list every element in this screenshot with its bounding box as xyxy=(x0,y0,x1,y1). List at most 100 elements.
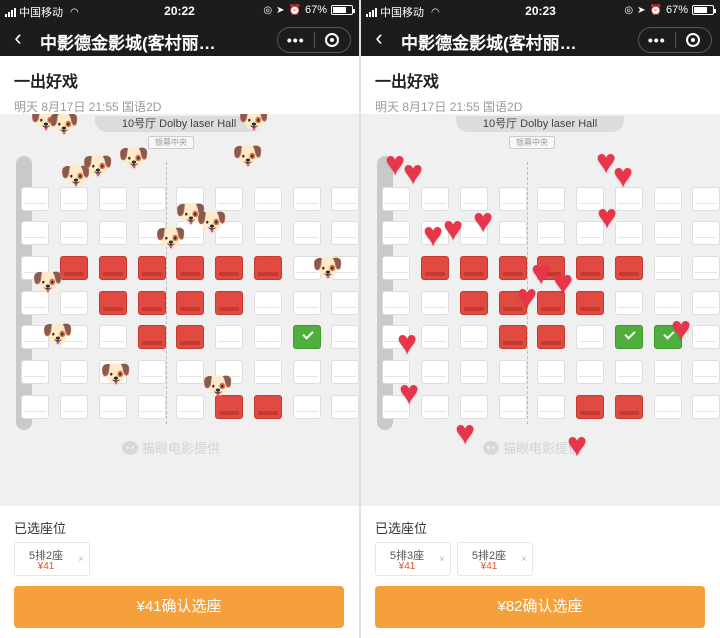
seat-available[interactable] xyxy=(99,360,127,384)
seat-available[interactable] xyxy=(254,187,282,211)
seat-available[interactable] xyxy=(176,187,204,211)
seat-available[interactable] xyxy=(576,325,604,349)
back-chevron-icon[interactable]: ‹ xyxy=(369,26,389,50)
seat-available[interactable] xyxy=(293,291,321,315)
seat-available[interactable] xyxy=(215,221,243,245)
seat-available[interactable] xyxy=(576,221,604,245)
seat-available[interactable] xyxy=(460,187,488,211)
seat-available[interactable] xyxy=(692,221,720,245)
more-menu-button[interactable]: ••• xyxy=(278,32,314,48)
seat-available[interactable] xyxy=(176,395,204,419)
selected-ticket[interactable]: 5排2座 ¥41 × xyxy=(457,542,533,576)
seat-available[interactable] xyxy=(537,221,565,245)
seat-available[interactable] xyxy=(99,187,127,211)
seat-selected[interactable] xyxy=(654,325,682,349)
seat-available[interactable] xyxy=(99,395,127,419)
seat-available[interactable] xyxy=(460,325,488,349)
seat-available[interactable] xyxy=(692,187,720,211)
seat-available[interactable] xyxy=(138,395,166,419)
seat-available[interactable] xyxy=(692,395,720,419)
seat-available[interactable] xyxy=(331,291,359,315)
seat-available[interactable] xyxy=(692,291,720,315)
seat-available[interactable] xyxy=(99,221,127,245)
seat-available[interactable] xyxy=(331,325,359,349)
seat-selected[interactable] xyxy=(615,325,643,349)
seat-available[interactable] xyxy=(615,360,643,384)
seat-available[interactable] xyxy=(537,395,565,419)
seat-available[interactable] xyxy=(254,221,282,245)
seat-available[interactable] xyxy=(421,360,449,384)
seat-available[interactable] xyxy=(692,360,720,384)
seat-available[interactable] xyxy=(654,187,682,211)
seat-available[interactable] xyxy=(615,187,643,211)
seat-available[interactable] xyxy=(176,360,204,384)
seat-available[interactable] xyxy=(138,360,166,384)
seat-available[interactable] xyxy=(499,395,527,419)
seat-available[interactable] xyxy=(421,221,449,245)
seat-selected[interactable] xyxy=(293,325,321,349)
remove-ticket-icon[interactable]: × xyxy=(439,554,445,565)
seat-available[interactable] xyxy=(692,325,720,349)
seat-available[interactable] xyxy=(654,395,682,419)
seat-available[interactable] xyxy=(576,187,604,211)
seat-available[interactable] xyxy=(331,221,359,245)
seat-available[interactable] xyxy=(654,256,682,280)
seat-available[interactable] xyxy=(654,221,682,245)
seat-available[interactable] xyxy=(60,291,88,315)
seat-available[interactable] xyxy=(421,187,449,211)
close-mini-program-button[interactable] xyxy=(315,33,351,47)
seat-available[interactable] xyxy=(60,360,88,384)
row-number: 2 xyxy=(382,226,388,237)
seat-available[interactable] xyxy=(331,187,359,211)
seat-available[interactable] xyxy=(215,187,243,211)
seat-available[interactable] xyxy=(537,360,565,384)
confirm-seat-button[interactable]: ¥82确认选座 xyxy=(375,586,705,628)
selected-ticket[interactable]: 5排3座 ¥41 × xyxy=(375,542,451,576)
remove-ticket-icon[interactable]: × xyxy=(521,554,527,565)
seat-available[interactable] xyxy=(576,360,604,384)
seat-available[interactable] xyxy=(60,187,88,211)
seat-available[interactable] xyxy=(60,395,88,419)
seat-available[interactable] xyxy=(537,187,565,211)
seat-available[interactable] xyxy=(254,325,282,349)
seat-available[interactable] xyxy=(60,221,88,245)
seat-available[interactable] xyxy=(692,256,720,280)
close-mini-program-button[interactable] xyxy=(676,33,712,47)
seat-available[interactable] xyxy=(460,360,488,384)
seat-available[interactable] xyxy=(421,325,449,349)
remove-ticket-icon[interactable]: × xyxy=(78,554,84,565)
seat-available[interactable] xyxy=(615,221,643,245)
phone-screen-before: 中国移动 ◠ 20:22 ◎ ➤ ⏰ 67% ‹ 中影德金影城(客村丽… •••… xyxy=(0,0,359,638)
seat-available[interactable] xyxy=(293,360,321,384)
seat-available[interactable] xyxy=(331,395,359,419)
seat-available[interactable] xyxy=(254,291,282,315)
seat-available[interactable] xyxy=(138,221,166,245)
seat-available[interactable] xyxy=(215,325,243,349)
seat-available[interactable] xyxy=(421,395,449,419)
seat-available[interactable] xyxy=(615,291,643,315)
confirm-seat-button[interactable]: ¥41确认选座 xyxy=(14,586,344,628)
seat-available[interactable] xyxy=(293,187,321,211)
seat-available[interactable] xyxy=(499,360,527,384)
seat-available[interactable] xyxy=(331,360,359,384)
seat-available[interactable] xyxy=(293,221,321,245)
seat-available[interactable] xyxy=(331,256,359,280)
seat-available[interactable] xyxy=(421,291,449,315)
seat-available[interactable] xyxy=(99,325,127,349)
seat-available[interactable] xyxy=(254,360,282,384)
seat-available[interactable] xyxy=(293,256,321,280)
seat-available[interactable] xyxy=(460,221,488,245)
seat-available[interactable] xyxy=(460,395,488,419)
more-menu-button[interactable]: ••• xyxy=(639,32,675,48)
seat-available[interactable] xyxy=(138,187,166,211)
back-chevron-icon[interactable]: ‹ xyxy=(8,26,28,50)
seat-available[interactable] xyxy=(293,395,321,419)
seat-available[interactable] xyxy=(499,221,527,245)
seat-available[interactable] xyxy=(499,187,527,211)
seat-available[interactable] xyxy=(654,360,682,384)
seat-available[interactable] xyxy=(176,221,204,245)
seat-available[interactable] xyxy=(215,360,243,384)
selected-ticket[interactable]: 5排2座 ¥41 × xyxy=(14,542,90,576)
seat-available[interactable] xyxy=(654,291,682,315)
seat-available[interactable] xyxy=(60,325,88,349)
